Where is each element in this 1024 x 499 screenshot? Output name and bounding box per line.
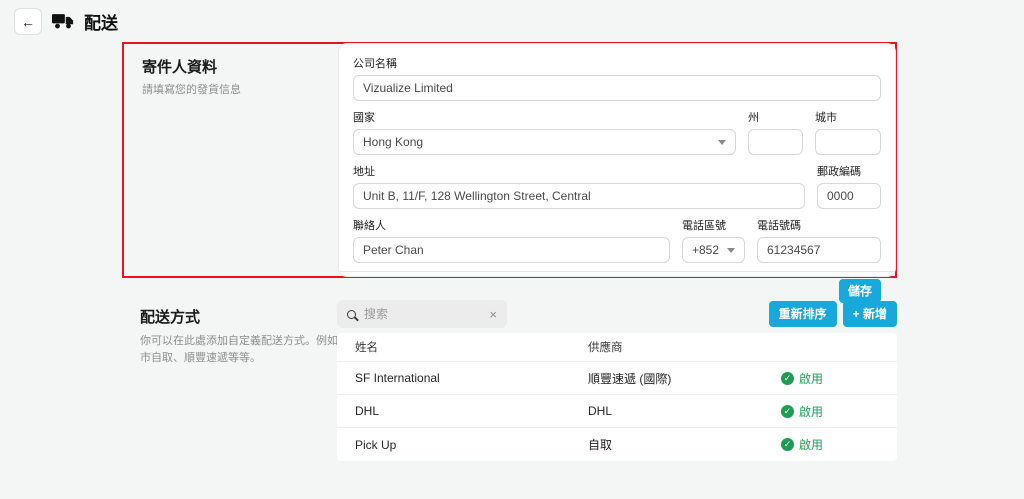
postal-code-label: 郵政編碼	[817, 163, 881, 179]
back-arrow-icon: ←	[21, 14, 35, 30]
phone-number-input[interactable]	[757, 237, 881, 263]
table-header-row: 姓名 供應商	[337, 333, 897, 362]
column-header-name: 姓名	[355, 339, 588, 355]
method-provider: 順豐速遞 (國際)	[588, 370, 781, 387]
address-input[interactable]	[353, 183, 805, 209]
city-input[interactable]	[815, 129, 881, 155]
chevron-down-icon	[727, 248, 735, 253]
table-row[interactable]: SF International 順豐速遞 (國際) ✓ 啟用	[337, 362, 897, 395]
status-label: 啟用	[799, 370, 823, 387]
status-badge: ✓ 啟用	[781, 370, 897, 387]
page-header: ← 配送	[14, 8, 118, 35]
truck-icon	[52, 13, 74, 30]
add-new-button[interactable]: + 新增	[843, 301, 897, 327]
chevron-down-icon	[718, 140, 726, 145]
shipping-section-heading: 配送方式 你可以在此處添加自定義配送方式。例如門市自取、順豐速遞等等。	[140, 306, 352, 367]
country-selected-value: Hong Kong	[363, 135, 423, 149]
company-name-label: 公司名稱	[353, 55, 881, 71]
status-label: 啟用	[799, 403, 823, 420]
table-row[interactable]: DHL DHL ✓ 啟用	[337, 395, 897, 428]
back-button[interactable]: ←	[14, 8, 42, 35]
search-box[interactable]: ×	[337, 300, 507, 328]
country-select[interactable]: Hong Kong	[353, 129, 736, 155]
sender-heading: 寄件人資料	[142, 56, 332, 77]
method-name: SF International	[355, 371, 588, 385]
sender-subheading: 請填寫您的發貨信息	[142, 82, 332, 99]
address-label: 地址	[353, 163, 805, 179]
company-name-input[interactable]	[353, 75, 881, 101]
check-circle-icon: ✓	[781, 438, 794, 451]
method-provider: 自取	[588, 436, 781, 453]
contact-person-label: 聯絡人	[353, 217, 670, 233]
country-label: 國家	[353, 109, 736, 125]
search-input[interactable]	[364, 307, 481, 321]
shipping-methods-table: 姓名 供應商 SF International 順豐速遞 (國際) ✓ 啟用 D…	[337, 333, 897, 461]
area-code-selected-value: +852	[692, 243, 719, 257]
method-provider: DHL	[588, 404, 781, 418]
sender-form-card: 公司名稱 國家 Hong Kong 州 城市	[339, 44, 895, 276]
status-label: 啟用	[799, 436, 823, 453]
shipping-heading: 配送方式	[140, 306, 352, 327]
check-circle-icon: ✓	[781, 405, 794, 418]
shipping-toolbar: × 重新排序 + 新增	[337, 300, 897, 328]
state-label: 州	[748, 109, 803, 125]
phone-number-label: 電話號碼	[757, 217, 881, 233]
area-code-label: 電話區號	[682, 217, 745, 233]
table-row[interactable]: Pick Up 自取 ✓ 啟用	[337, 428, 897, 461]
city-label: 城市	[815, 109, 881, 125]
sender-section-heading: 寄件人資料 請填寫您的發貨信息	[142, 56, 332, 99]
area-code-select[interactable]: +852	[682, 237, 745, 263]
reorder-button[interactable]: 重新排序	[769, 301, 837, 327]
search-icon	[347, 310, 356, 319]
status-badge: ✓ 啟用	[781, 436, 897, 453]
page-title: 配送	[84, 9, 118, 34]
check-circle-icon: ✓	[781, 372, 794, 385]
clear-search-icon[interactable]: ×	[489, 307, 497, 322]
postal-code-input[interactable]	[817, 183, 881, 209]
sender-section-annotation: 寄件人資料 請填寫您的發貨信息 公司名稱 國家 Hong Kong	[122, 42, 897, 278]
column-header-provider: 供應商	[588, 339, 781, 355]
status-badge: ✓ 啟用	[781, 403, 897, 420]
state-input[interactable]	[748, 129, 803, 155]
method-name: Pick Up	[355, 438, 588, 452]
contact-person-input[interactable]	[353, 237, 670, 263]
method-name: DHL	[355, 404, 588, 418]
shipping-subheading: 你可以在此處添加自定義配送方式。例如門市自取、順豐速遞等等。	[140, 333, 352, 367]
